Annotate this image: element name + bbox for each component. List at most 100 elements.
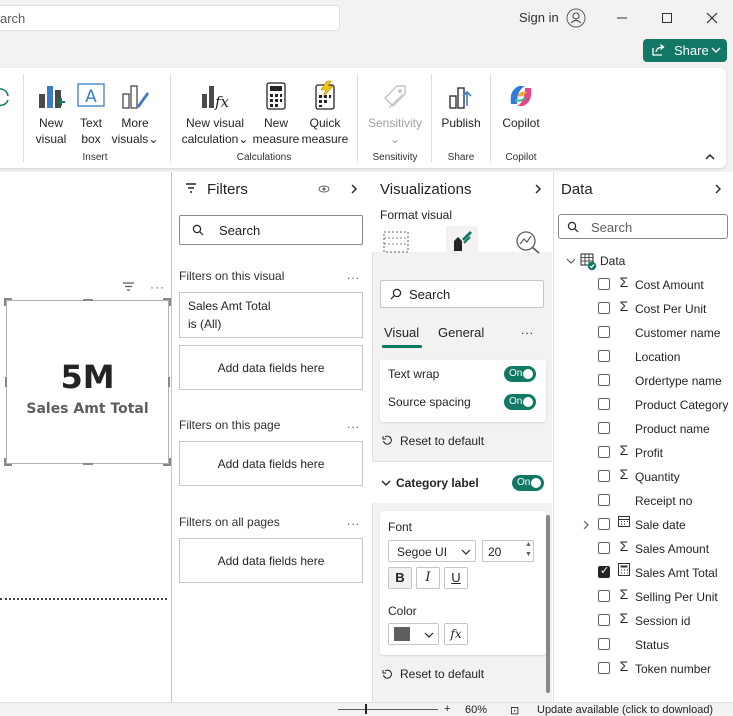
table-row-data[interactable]: Data	[553, 249, 733, 273]
filters-on-all-pages-more[interactable]: ...	[347, 514, 360, 528]
reset-to-default-link[interactable]: Reset to default	[400, 434, 484, 448]
field-row[interactable]: Σ Quantity	[553, 465, 733, 489]
italic-button[interactable]: I	[416, 567, 440, 589]
field-row[interactable]: Σ Profit	[553, 441, 733, 465]
add-page-filter-well[interactable]: Add data fields here	[179, 441, 363, 486]
field-checkbox[interactable]	[598, 494, 610, 506]
zoom-plus-icon[interactable]: +	[444, 703, 450, 715]
eye-icon[interactable]	[318, 183, 330, 197]
category-label-toggle[interactable]: On	[512, 475, 544, 491]
new-visual-calculation-button[interactable]: fx New visual calculation⌄	[178, 80, 252, 147]
field-row[interactable]: Ordertype name	[553, 369, 733, 393]
collapse-data-icon[interactable]	[714, 183, 722, 197]
visual-filter-card[interactable]: Sales Amt Total is (All)	[179, 292, 363, 338]
stepper-up-icon[interactable]: ▲	[525, 541, 532, 548]
new-visual-button[interactable]: New visual	[30, 80, 72, 147]
field-checkbox[interactable]	[598, 564, 610, 578]
resize-handle[interactable]	[83, 463, 93, 465]
quick-measure-button[interactable]: Quick measure	[300, 80, 350, 147]
color-picker[interactable]	[388, 623, 439, 645]
tab-general[interactable]: General	[438, 325, 484, 340]
field-checkbox[interactable]	[598, 590, 610, 602]
collapse-visualizations-icon[interactable]	[534, 183, 542, 197]
minimize-icon[interactable]	[612, 8, 632, 28]
field-row[interactable]: Product Category	[553, 393, 733, 417]
tab-visual[interactable]: Visual	[384, 325, 419, 340]
resize-handle[interactable]	[83, 299, 93, 301]
field-row[interactable]: Σ Cost Amount	[553, 273, 733, 297]
fit-to-page-icon[interactable]: ⊡	[510, 704, 519, 716]
analytics-icon[interactable]	[515, 230, 541, 257]
collapse-ribbon-icon[interactable]	[704, 150, 716, 164]
field-row[interactable]: Sales Amt Total	[553, 561, 733, 585]
field-row[interactable]: Location	[553, 345, 733, 369]
add-visual-filter-well[interactable]: Add data fields here	[179, 345, 363, 390]
filters-search-input[interactable]: Search	[179, 215, 363, 245]
field-row[interactable]: Σ Session id	[553, 609, 733, 633]
filter-visual-icon[interactable]	[122, 281, 135, 295]
collapse-filters-icon[interactable]	[350, 183, 358, 197]
chevron-right-icon[interactable]	[582, 520, 590, 530]
field-row[interactable]: Status	[553, 633, 733, 657]
format-visual-tab[interactable]	[446, 226, 478, 256]
zoom-level[interactable]: 60%	[465, 704, 487, 716]
sign-in-link[interactable]: Sign in	[519, 10, 559, 25]
filters-on-visual-more[interactable]: ...	[347, 268, 360, 282]
visual-more-options-icon[interactable]: ···	[150, 280, 165, 294]
field-row[interactable]: Product name	[553, 417, 733, 441]
resize-handle[interactable]	[4, 458, 6, 466]
zoom-slider[interactable]	[338, 709, 438, 710]
user-icon[interactable]	[566, 8, 586, 28]
field-row[interactable]: Σ Token number	[553, 657, 733, 681]
field-checkbox[interactable]	[598, 542, 610, 554]
refresh-button[interactable]: sh	[0, 80, 14, 113]
bold-button[interactable]: B	[388, 567, 412, 589]
viz-more-options[interactable]: ...	[521, 323, 534, 337]
field-checkbox[interactable]	[598, 326, 610, 338]
more-visuals-button[interactable]: More visuals⌄	[110, 80, 160, 147]
field-checkbox[interactable]	[598, 446, 610, 458]
field-checkbox[interactable]	[598, 518, 610, 530]
field-row[interactable]: Σ Cost Per Unit	[553, 297, 733, 321]
zoom-slider-thumb[interactable]	[365, 704, 367, 714]
filters-on-page-more[interactable]: ...	[347, 417, 360, 431]
font-size-stepper[interactable]: 20 ▲ ▼	[482, 540, 534, 562]
stepper-down-icon[interactable]: ▼	[525, 551, 532, 558]
category-label-header[interactable]: Category label On	[372, 461, 552, 503]
share-button[interactable]: Share	[643, 39, 727, 62]
global-search-input[interactable]: arch	[0, 5, 340, 31]
font-family-dropdown[interactable]: Segoe UI	[388, 540, 476, 562]
field-checkbox[interactable]	[598, 278, 610, 290]
data-search-input[interactable]: Search	[558, 214, 728, 239]
field-row[interactable]: Σ Sales Amount	[553, 537, 733, 561]
resize-handle[interactable]	[4, 298, 6, 306]
field-row[interactable]: Σ Selling Per Unit	[553, 585, 733, 609]
field-checkbox[interactable]	[598, 470, 610, 482]
source-spacing-toggle[interactable]: On	[504, 394, 536, 410]
viz-scrollbar[interactable]	[546, 515, 550, 693]
field-row[interactable]: Receipt no	[553, 489, 733, 513]
field-checkbox[interactable]	[598, 302, 610, 314]
text-box-button[interactable]: A Text box	[72, 80, 110, 147]
copilot-button[interactable]: Copilot	[497, 80, 545, 131]
field-checkbox[interactable]	[598, 422, 610, 434]
add-all-pages-filter-well[interactable]: Add data fields here	[179, 538, 363, 583]
new-measure-button[interactable]: New measure	[252, 80, 300, 147]
field-checkbox[interactable]	[598, 374, 610, 386]
viz-search-input[interactable]: Search	[380, 280, 544, 308]
update-available-link[interactable]: Update available (click to download)	[537, 704, 713, 716]
reset-to-default-link[interactable]: Reset to default	[400, 667, 484, 681]
text-wrap-toggle[interactable]: On	[504, 366, 536, 382]
field-checkbox[interactable]	[598, 662, 610, 674]
field-checkbox[interactable]	[598, 638, 610, 650]
maximize-icon[interactable]	[657, 8, 677, 28]
publish-button[interactable]: Publish	[438, 80, 484, 131]
field-checkbox[interactable]	[598, 350, 610, 362]
build-visual-icon[interactable]	[383, 230, 409, 257]
field-checkbox[interactable]	[598, 398, 610, 410]
field-row[interactable]: Customer name	[553, 321, 733, 345]
close-icon[interactable]	[702, 8, 722, 28]
underline-button[interactable]: U	[444, 567, 468, 589]
field-row[interactable]: Sale date	[553, 513, 733, 537]
field-checkbox[interactable]	[598, 614, 610, 626]
